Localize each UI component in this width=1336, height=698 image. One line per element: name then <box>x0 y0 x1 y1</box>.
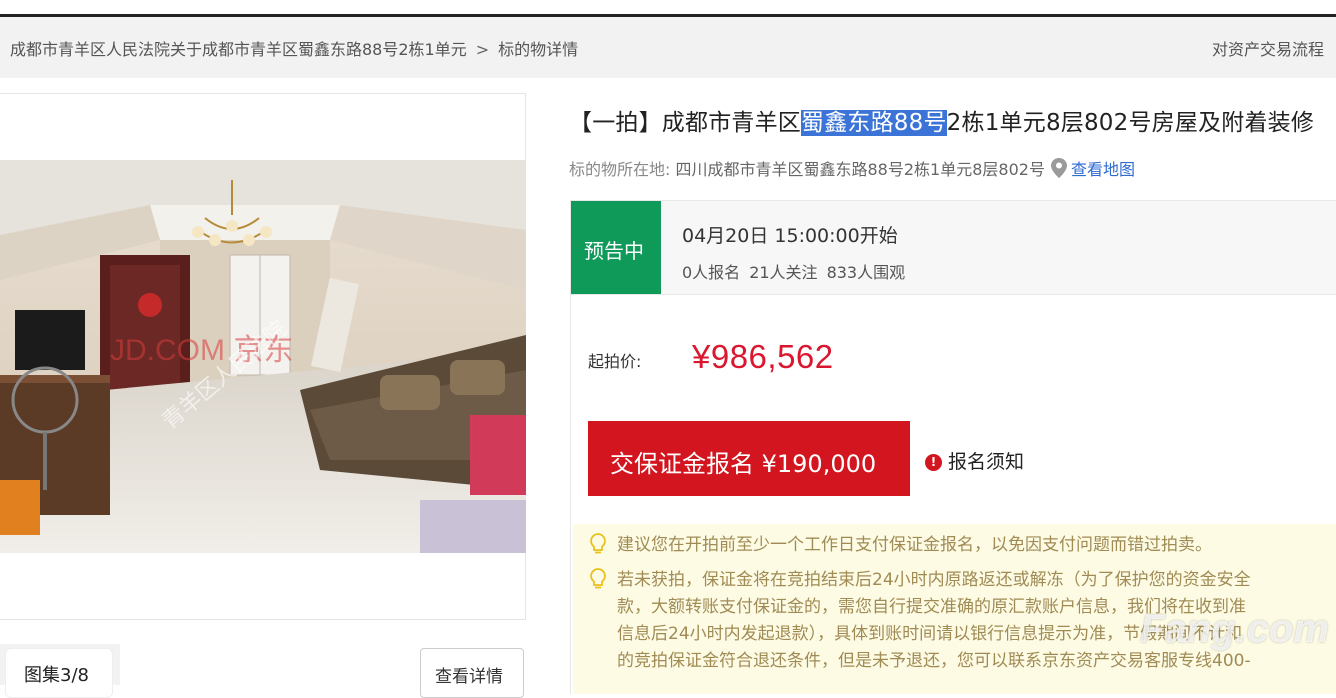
page-title: 【一拍】成都市青羊区蜀鑫东路88号2栋1单元8层802号房屋及附着装修 <box>569 103 1314 137</box>
title-highlighted-text: 蜀鑫东路88号 <box>801 110 947 136</box>
starting-price-label: 起拍价: <box>588 352 642 371</box>
title-prefix: 【一拍】成都市青羊区 <box>569 110 801 136</box>
registration-notice-link[interactable]: ! 报名须知 <box>925 447 1024 474</box>
follower-count: 21人关注 <box>749 263 818 282</box>
starting-price-value: ¥986,562 <box>692 338 834 375</box>
lightbulb-icon <box>588 568 608 590</box>
tip-line: 的竞拍保证金符合退还条件，但是未予退还，您可以联系京东资产交易客服专线400- <box>617 651 1251 671</box>
map-pin-icon <box>1050 158 1067 182</box>
auction-stats: 0人报名 21人关注 833人围观 <box>682 259 914 283</box>
auction-start-time: 04月20日 15:00:00开始 <box>682 225 898 247</box>
breadcrumb-current: 标的物详情 <box>498 40 579 59</box>
pay-deposit-register-button[interactable]: 交保证金报名 ¥190,000 <box>588 421 910 496</box>
status-badge: 预告中 <box>571 201 661 294</box>
lightbulb-icon <box>588 533 608 555</box>
registration-notice-label: 报名须知 <box>948 451 1025 473</box>
watcher-count: 833人围观 <box>826 263 906 282</box>
breadcrumb-parent-link[interactable]: 成都市青羊区人民法院关于成都市青羊区蜀鑫东路88号2栋1单元 <box>10 40 467 59</box>
site-watermark: Fang.com <box>1140 607 1329 651</box>
breadcrumb: 成都市青羊区人民法院关于成都市青羊区蜀鑫东路88号2栋1单元 > 标的物详情 <box>10 36 578 60</box>
view-details-button[interactable]: 查看详情 <box>420 648 524 698</box>
view-map-link[interactable]: 查看地图 <box>1071 160 1135 179</box>
title-suffix: 2栋1单元8层802号房屋及附着装修 <box>946 110 1315 136</box>
signup-count: 0人报名 <box>682 263 741 282</box>
gallery-counter-tab[interactable]: 图集3/8 <box>5 648 113 698</box>
exclamation-icon: ! <box>925 454 942 471</box>
asset-trade-flow-link[interactable]: 对资产交易流程 <box>1212 36 1324 60</box>
location-row: 标的物所在地: 四川成都市青羊区蜀鑫东路88号2栋1单元8层802号 查看地图 <box>569 156 1135 182</box>
breadcrumb-separator: > <box>475 40 490 59</box>
property-photo[interactable]: JD.COM 京东 青羊区人民法院 <box>0 160 526 553</box>
top-divider <box>0 0 1336 17</box>
location-label: 标的物所在地: <box>569 160 671 179</box>
location-address: 四川成都市青羊区蜀鑫东路88号2栋1单元8层802号 <box>675 160 1045 179</box>
tip-line: 若未获拍，保证金将在竞拍结束后24小时内原路返还或解冻（为了保护您的资金安全 <box>617 570 1251 590</box>
tip-line: 建议您在开拍前至少一个工作日支付保证金报名，以免因支付问题而错过拍卖。 <box>617 535 1212 555</box>
